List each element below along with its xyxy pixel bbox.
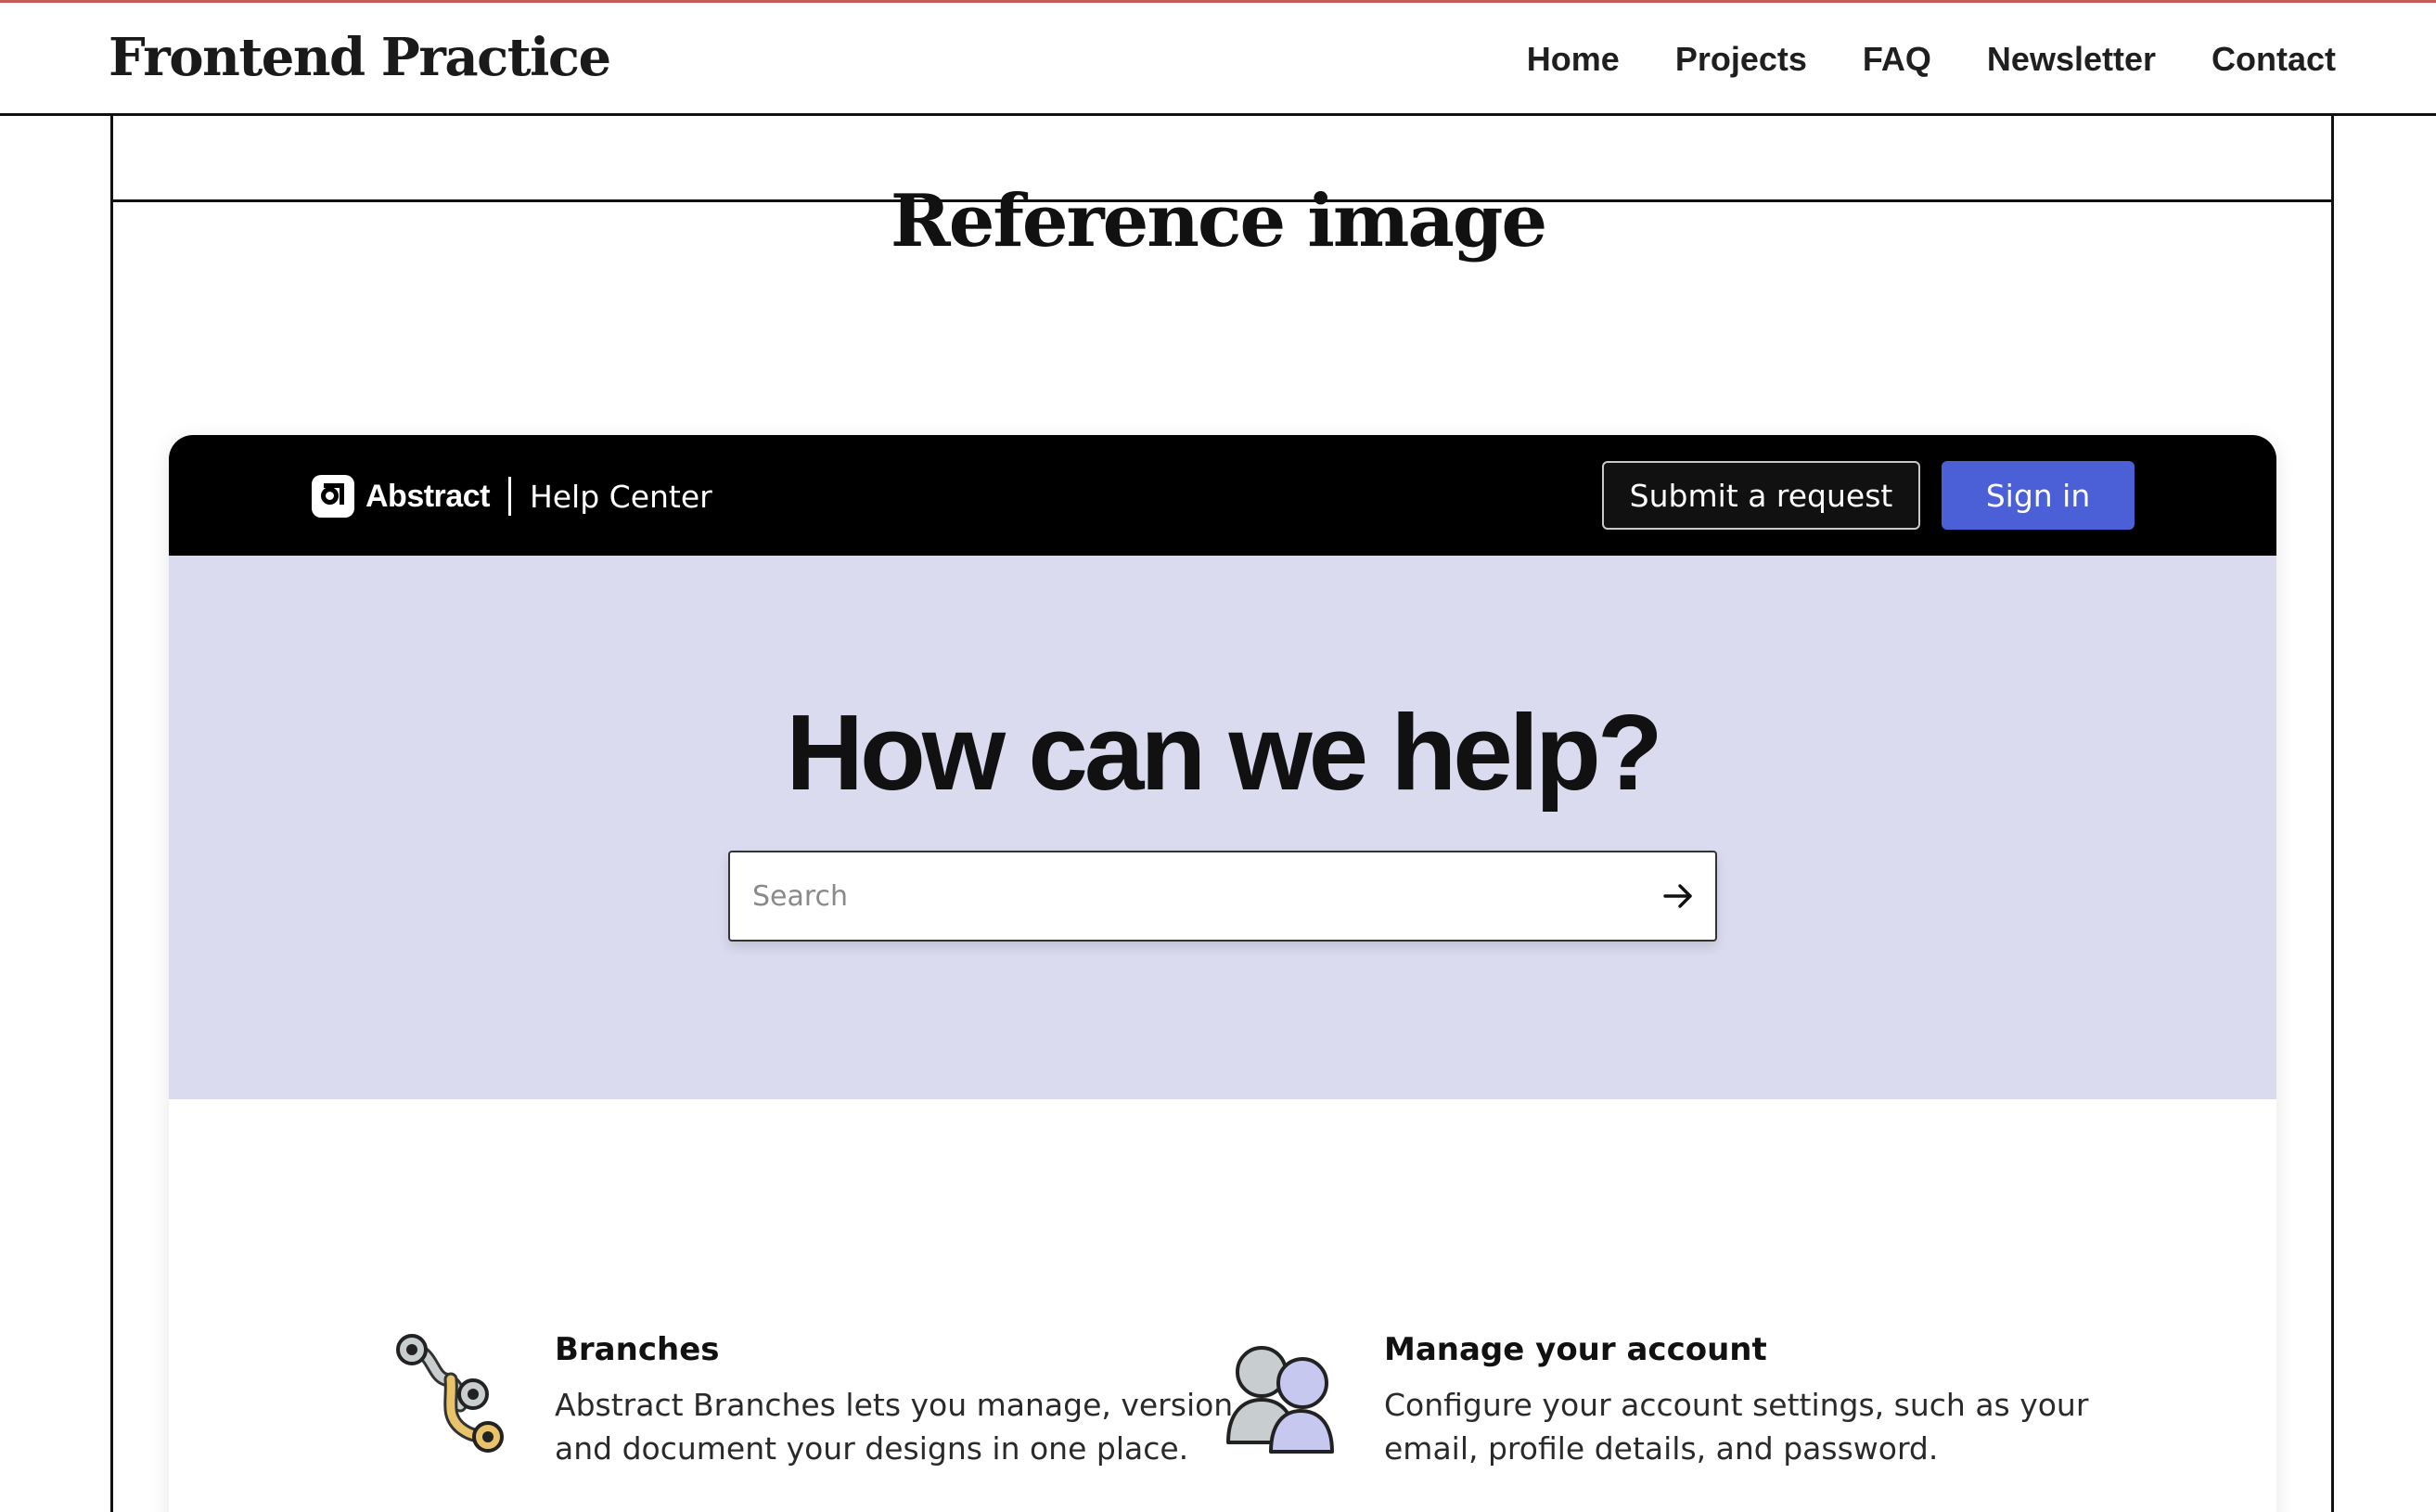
nav-faq[interactable]: FAQ [1863,40,1931,79]
brand-subtitle: Help Center [529,478,712,515]
feature-description: Abstract Branches lets you manage, versi… [555,1387,1243,1467]
site-nav: Home Projects FAQ Newsletter Contact [1527,40,2336,79]
feature-title: Branches [555,1331,720,1368]
hero-section: How can we help? [169,556,2276,1099]
brand[interactable]: Abstract Help Center [312,474,712,519]
reference-card: Abstract Help Center Submit a request Si… [169,435,2276,1512]
submit-request-button[interactable]: Submit a request [1602,461,1920,530]
section-title: Reference image [890,179,1547,263]
search-box [728,851,1717,942]
app-header: Abstract Help Center Submit a request Si… [169,435,2276,556]
nav-contact[interactable]: Contact [2212,40,2336,79]
feature-description: Configure your account settings, such as… [1384,1387,2089,1467]
site-header: Frontend Practice Home Projects FAQ News… [0,3,2436,116]
branches-icon [396,1334,504,1453]
abstract-logo-icon [312,475,354,518]
nav-home[interactable]: Home [1527,40,1620,79]
hero-title: How can we help? [786,692,1662,813]
arrow-right-icon[interactable] [1661,879,1695,913]
users-icon [1226,1346,1334,1454]
feature-title: Manage your account [1384,1331,1767,1368]
sign-in-button[interactable]: Sign in [1942,461,2135,530]
brand-divider [507,477,511,516]
nav-newsletter[interactable]: Newsletter [1987,40,2156,79]
search-input[interactable] [752,852,1624,940]
brand-name: Abstract [365,478,490,514]
nav-projects[interactable]: Projects [1675,40,1807,79]
site-logo[interactable]: Frontend Practice [109,27,611,88]
